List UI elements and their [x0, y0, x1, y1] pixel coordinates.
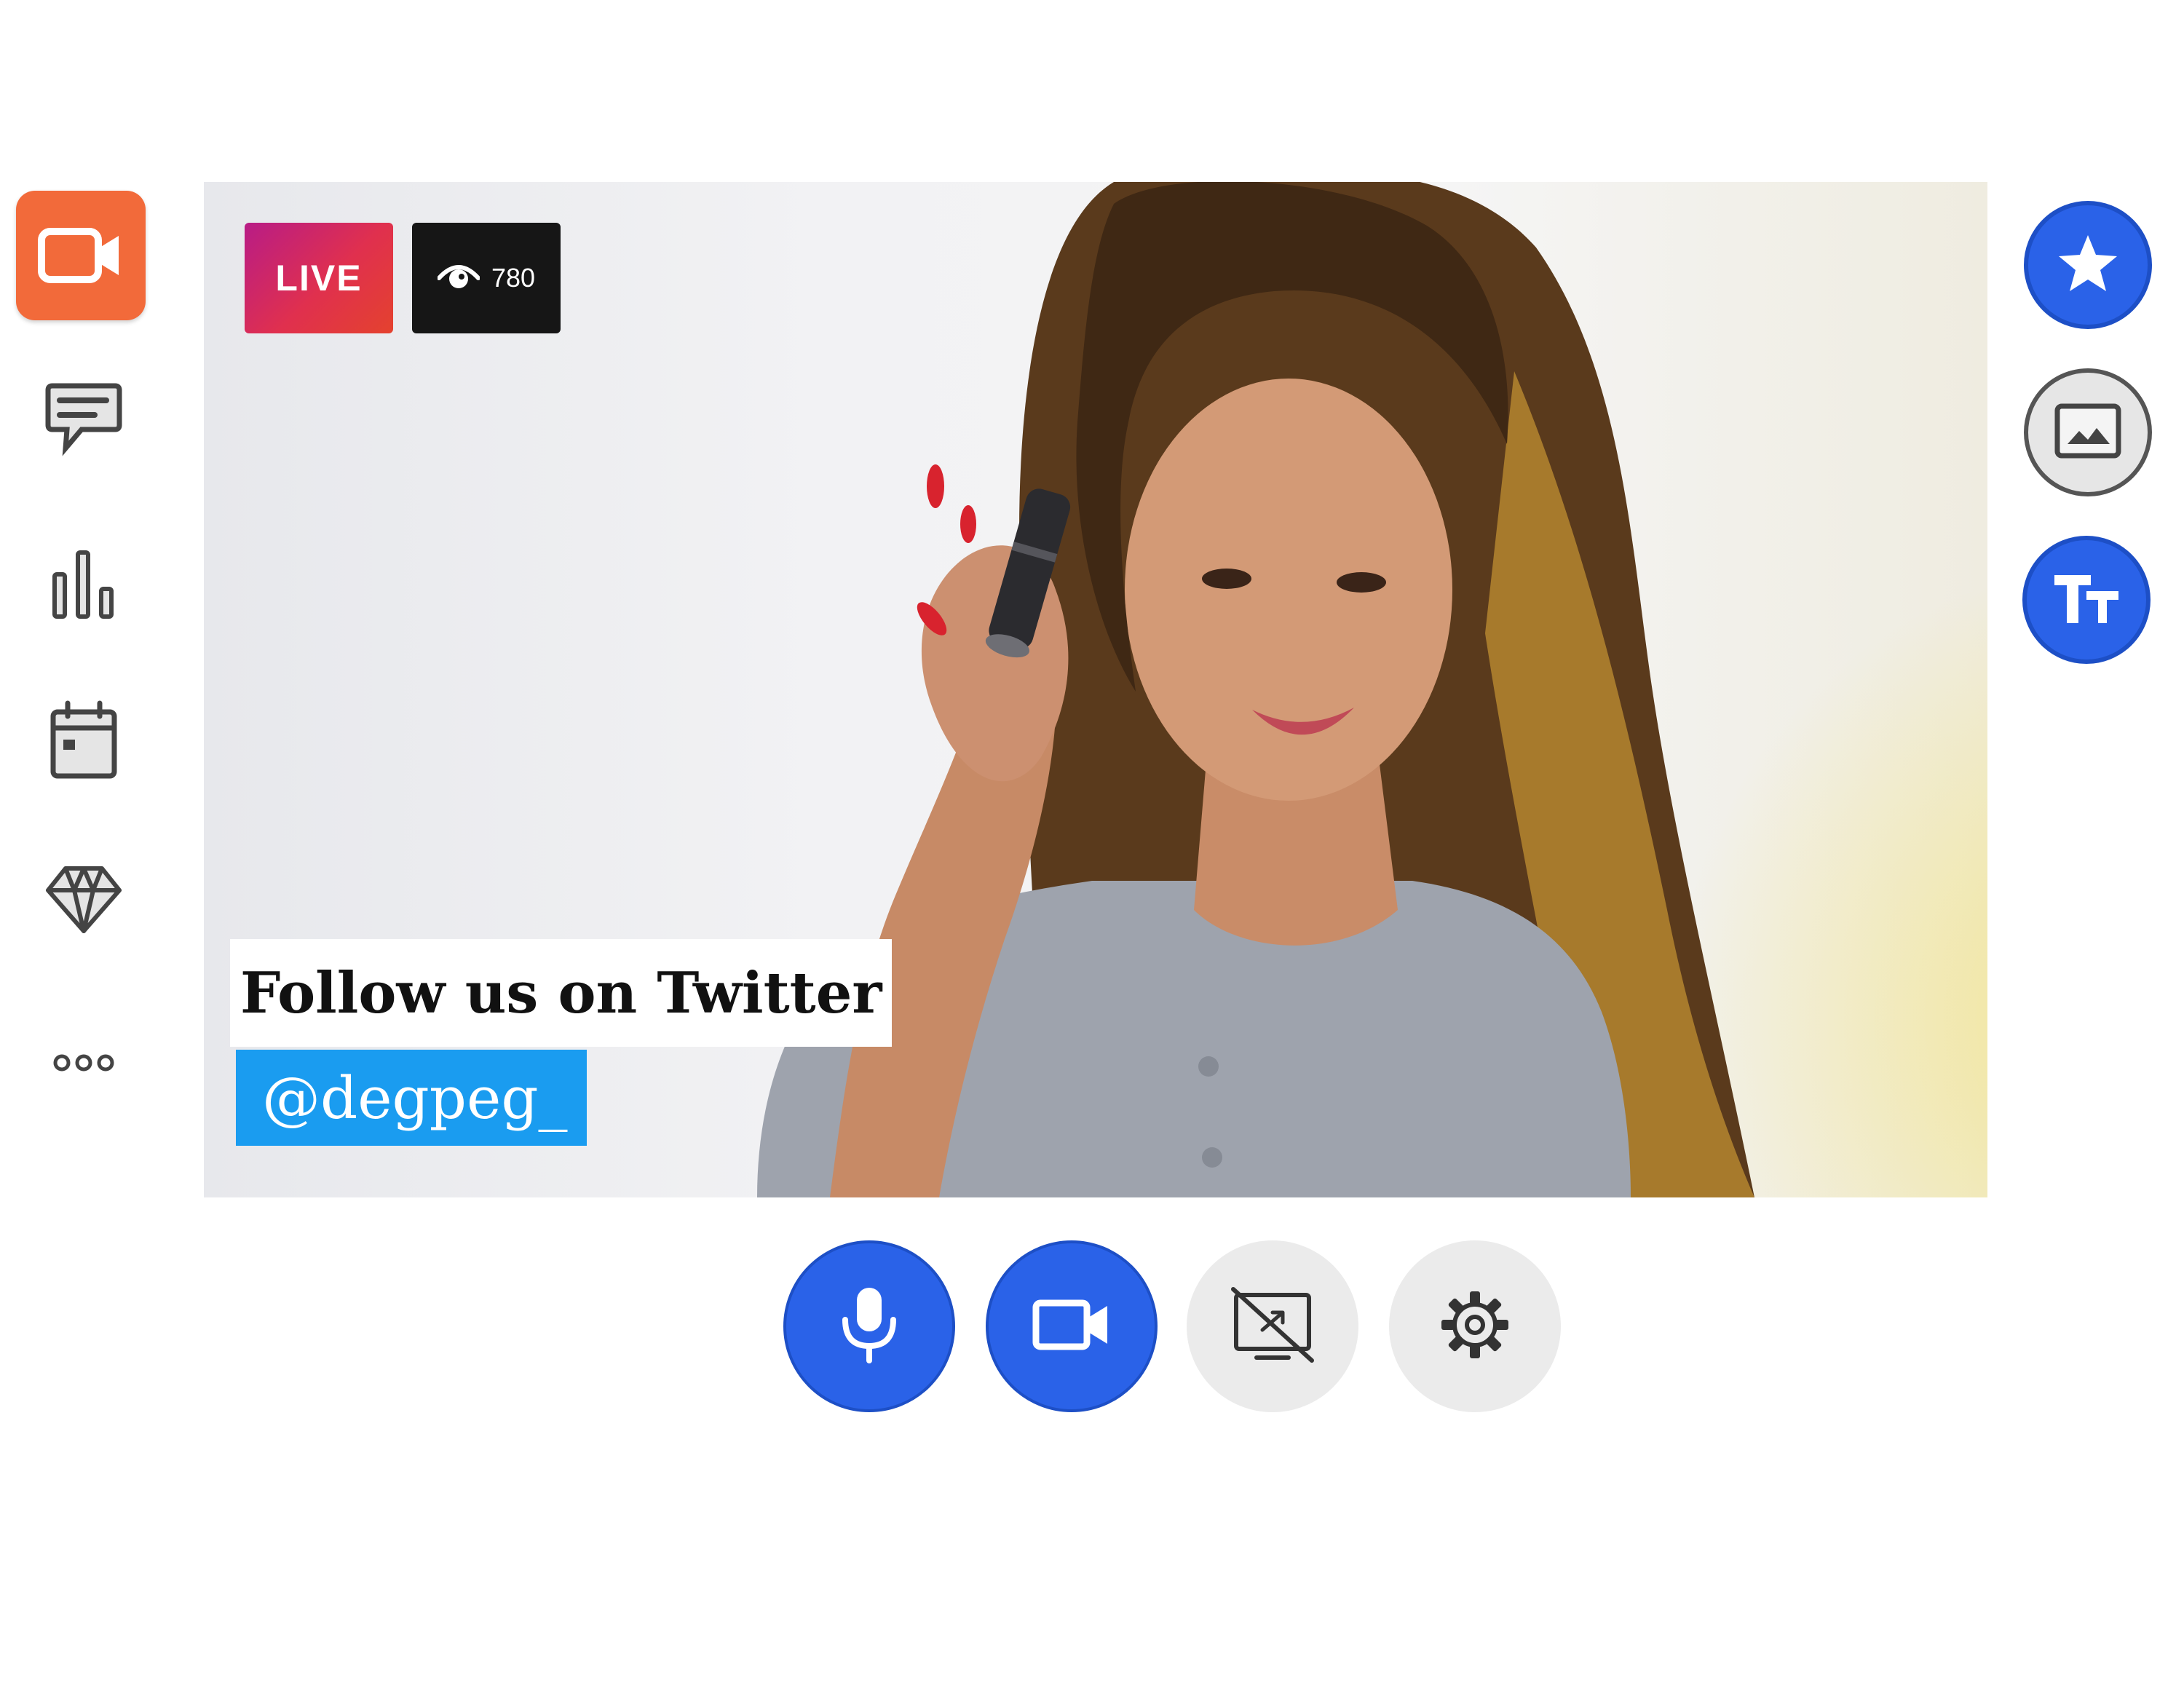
eye-icon	[436, 259, 480, 298]
diamond-icon	[44, 863, 124, 935]
more-dots-icon	[51, 1052, 116, 1074]
calendar-icon	[47, 700, 120, 780]
sidebar-item-more[interactable]	[29, 1026, 138, 1099]
text-tool-button[interactable]	[2022, 536, 2151, 664]
screen-share-button[interactable]	[1187, 1240, 1358, 1412]
live-badge: LIVE	[245, 223, 393, 333]
microphone-button[interactable]	[783, 1240, 955, 1412]
image-icon	[2053, 402, 2123, 464]
sidebar-item-diamond[interactable]	[29, 844, 138, 954]
sidebar-item-stats[interactable]	[29, 530, 138, 639]
gear-icon	[1439, 1288, 1511, 1365]
screen-share-off-icon	[1229, 1285, 1316, 1369]
settings-button[interactable]	[1389, 1240, 1561, 1412]
video-camera-icon	[1032, 1296, 1112, 1358]
live-video-preview: LIVE 780 Follow us on Twitter @degpeg_	[204, 182, 1987, 1197]
sidebar-item-camera[interactable]	[16, 191, 146, 320]
microphone-icon	[836, 1285, 902, 1369]
chat-bubble-icon	[44, 379, 124, 459]
live-label: LIVE	[275, 258, 363, 298]
overlay-follow-title: Follow us on Twitter	[230, 939, 893, 1047]
live-studio-app: LIVE 780 Follow us on Twitter @degpeg_	[0, 0, 2184, 1691]
viewer-count-badge: 780	[412, 223, 561, 333]
video-camera-icon	[37, 223, 124, 288]
viewer-count: 780	[491, 263, 536, 293]
camera-button[interactable]	[986, 1240, 1158, 1412]
sidebar-item-chat[interactable]	[29, 364, 138, 473]
overlay-twitter-handle: @degpeg_	[236, 1050, 587, 1146]
text-size-icon	[2050, 569, 2123, 631]
bar-chart-icon	[47, 548, 120, 621]
star-tool-button[interactable]	[2024, 201, 2152, 329]
image-tool-button[interactable]	[2024, 368, 2152, 496]
star-icon	[2055, 231, 2121, 300]
sidebar-item-calendar[interactable]	[29, 686, 138, 795]
